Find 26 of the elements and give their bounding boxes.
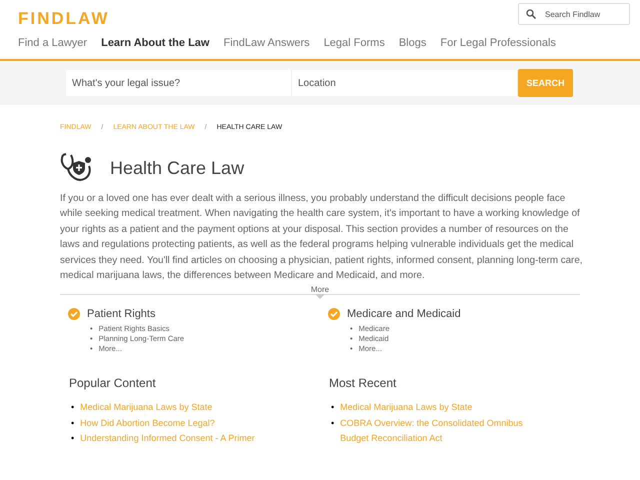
more-link[interactable]: More <box>310 285 330 294</box>
bullet: • <box>71 416 74 430</box>
check-icon <box>68 308 80 320</box>
nav-tab[interactable]: Learn About the Law <box>101 37 210 59</box>
search-field[interactable]: Search Findlaw <box>518 3 630 25</box>
bullet: • <box>71 432 74 446</box>
caret-icon <box>315 294 325 300</box>
nav-tab[interactable]: For Legal Professionals <box>440 37 556 59</box>
nav-tab[interactable]: Legal Forms <box>324 37 385 59</box>
check-icon <box>328 308 340 320</box>
nav-tab[interactable]: FindLaw Answers <box>223 37 310 59</box>
topic-title: Medicare and Medicaid <box>347 308 461 320</box>
bullet: • <box>71 401 74 414</box>
location-field[interactable]: Location <box>292 70 518 96</box>
nav-tab[interactable]: Find a Lawyer <box>18 37 88 59</box>
issue-field[interactable]: What's your legal issue? <box>66 70 292 96</box>
section-title: Most Recent <box>329 376 398 390</box>
intro-paragraph: If you or a loved one has ever dealt with a serious illness, you probably understand the difficult decisions people face while seeking medical treatment. When navigating the health care system, it's important to have a working knowledge of your rights as a patient and the payment options at your disposal. This section provides a number of resources on the laws and regulations protecting patients, as well as the federal programs helping vulnerable individuals get the medical services they need. You'll find articles on choosing a physician, patient rights, informed consent, planning long-term care, medical marijuana laws, the differences between Medicare and Medicaid, and more. <box>60 192 584 284</box>
section-title: Popular Content <box>69 376 157 390</box>
topic-title: Patient Rights <box>87 308 156 320</box>
page-title: Health Care Law <box>110 158 244 178</box>
search-icon <box>526 9 536 19</box>
bullet: • <box>331 416 334 430</box>
nav-tab[interactable]: Blogs <box>398 37 426 59</box>
stethoscope-shield-icon <box>60 153 94 183</box>
bullet: • <box>331 401 334 414</box>
